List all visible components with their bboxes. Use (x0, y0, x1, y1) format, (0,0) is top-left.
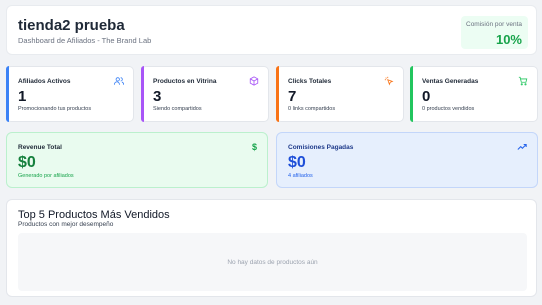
stat-card-productos: Productos en Vitrina 3 Siendo compartido… (141, 66, 269, 122)
top-products-section: Top 5 Productos Más Vendidos Productos c… (6, 199, 537, 297)
stat-value: 0 (422, 88, 431, 105)
stat-title: Ventas Generadas (422, 78, 479, 85)
dollar-icon: $ (251, 142, 257, 152)
revenue-desc: Generado por afiliados (18, 173, 74, 179)
card-accent (410, 66, 413, 122)
stat-desc: Promocionando tus productos (18, 106, 92, 112)
stat-title: Clicks Totales (288, 78, 332, 85)
stat-desc: 0 productos vendidos (422, 106, 475, 112)
stat-title: Productos en Vitrina (153, 78, 217, 85)
top-products-title: Top 5 Productos Más Vendidos (18, 209, 170, 221)
stat-desc: Siendo compartidos (153, 106, 202, 112)
empty-state-text: No hay datos de productos aún (227, 259, 318, 266)
stat-value: 1 (18, 88, 27, 105)
cursor-click-icon (384, 76, 394, 86)
users-icon (114, 77, 124, 85)
trending-up-icon (517, 143, 527, 150)
card-accent (141, 66, 144, 122)
commissions-value: $0 (288, 154, 306, 171)
stat-card-clicks: Clicks Totales 7 0 links compartidos (276, 66, 404, 122)
card-accent (276, 66, 279, 122)
commissions-card: Comisiones Pagadas $0 4 afiliados (276, 132, 538, 188)
stat-value: 3 (153, 88, 162, 105)
empty-state: No hay datos de productos aún (18, 233, 527, 291)
stat-title: Afiliados Activos (18, 78, 71, 85)
commission-value: 10% (495, 32, 522, 47)
revenue-title: Revenue Total (18, 144, 62, 151)
top-products-subtitle: Productos con mejor desempeño (18, 221, 114, 228)
stat-card-afiliados: Afiliados Activos 1 Promocionando tus pr… (6, 66, 134, 122)
dashboard-header: tienda2 prueba Dashboard de Afiliados - … (6, 5, 537, 55)
card-accent (6, 66, 9, 122)
commissions-title: Comisiones Pagadas (288, 144, 354, 151)
cart-icon (518, 76, 528, 86)
box-icon (249, 76, 259, 86)
store-name: tienda2 prueba (18, 17, 125, 34)
stat-value: 7 (288, 88, 297, 105)
commissions-desc: 4 afiliados (288, 173, 313, 179)
stat-desc: 0 links compartidos (288, 106, 336, 112)
revenue-card: Revenue Total $ $0 Generado por afiliado… (6, 132, 268, 188)
commission-box: Comisión por venta 10% (461, 16, 528, 49)
stat-card-ventas: Ventas Generadas 0 0 productos vendidos (410, 66, 538, 122)
dashboard-subtitle: Dashboard de Afiliados - The Brand Lab (18, 36, 152, 45)
commission-label: Comisión por venta (466, 21, 522, 28)
revenue-value: $0 (18, 154, 36, 171)
